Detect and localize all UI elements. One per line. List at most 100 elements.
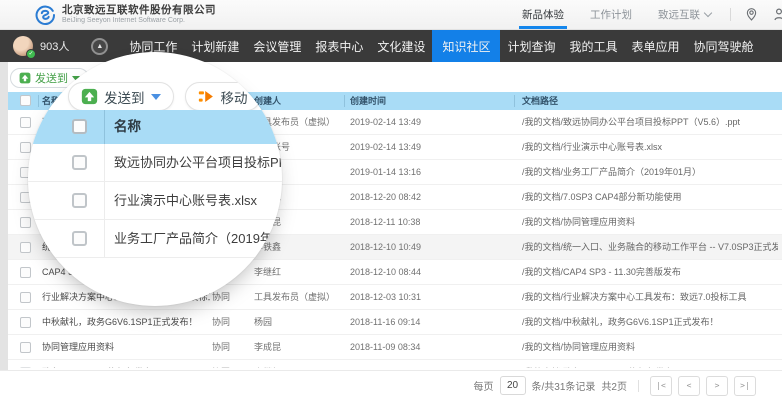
cell-path: /我的文档/行业演示中心账号表.xlsx	[522, 135, 662, 159]
send-to-label: 发送到	[104, 87, 145, 107]
cell-path: /我的文档/行业解决方案中心工具发布：致远7.0投标工具	[522, 285, 747, 309]
row-checkbox[interactable]	[20, 292, 31, 303]
cell-time: 2019-02-14 13:49	[350, 135, 421, 159]
cell-creator: 杨园	[254, 310, 272, 334]
row-checkbox[interactable]	[20, 267, 31, 278]
cell-time: 2019-02-14 13:49	[350, 110, 421, 134]
cell-time: 2018-12-11 10:38	[350, 210, 420, 234]
nav-item-5[interactable]: 知识社区	[432, 30, 500, 62]
topbar-divider	[730, 8, 731, 21]
prev-page-button[interactable]: <	[678, 376, 700, 396]
nav-item-8[interactable]: 表单应用	[624, 30, 686, 62]
column-separator	[38, 95, 39, 107]
magnified-toolbar: 发送到 移动	[68, 82, 282, 111]
cell-name: 行业演示中心账号表.xlsx	[114, 182, 257, 220]
left-gutter	[0, 62, 8, 370]
cell-path: /我的文档/业务工厂产品简介（2019年01月）	[522, 160, 701, 184]
cell-name: 业务工厂产品简介（2019年01月）	[114, 220, 282, 258]
cell-path: /我的文档/协同管理应用资料	[522, 210, 635, 234]
send-icon	[19, 72, 31, 84]
magnified-table-header: 名称	[28, 110, 282, 144]
table-row[interactable]: 政务G6V6.1SP1修复包发布协同李继红2018-10-08 09:33/我的…	[8, 360, 782, 368]
pagination-divider	[638, 380, 639, 392]
first-page-button[interactable]: |<	[650, 376, 672, 396]
cell-creator: 工具发布员（虚拟）	[254, 285, 335, 309]
cell-path: /我的文档/协同管理应用资料	[522, 335, 635, 359]
cell-time: 2018-12-03 10:31	[350, 285, 421, 309]
move-icon	[198, 88, 215, 105]
row-checkbox[interactable]	[20, 367, 31, 368]
next-page-button[interactable]: >	[706, 376, 728, 396]
column-header-4: 文档路径	[522, 92, 558, 110]
last-page-button[interactable]: >|	[734, 376, 756, 396]
location-contact-icon[interactable]	[744, 7, 759, 22]
nav-item-2[interactable]: 会议管理	[246, 30, 308, 62]
cell-creator: 李继红	[254, 360, 281, 368]
column-separator	[344, 95, 345, 107]
nav-item-7[interactable]: 我的工具	[562, 30, 624, 62]
nav-item-6[interactable]: 计划查询	[500, 30, 562, 62]
row-checkbox[interactable]	[72, 193, 87, 208]
cell-type: 协同	[212, 335, 230, 359]
nav-item-4[interactable]: 文化建设	[370, 30, 432, 62]
user-avatar[interactable]: ✓	[13, 36, 33, 56]
magnified-table-row[interactable]: 致远协同办公平台项目投标PPT（V5.6）.ppt	[28, 144, 282, 182]
cell-time: 2018-10-08 09:33	[350, 360, 421, 368]
column-separator	[104, 110, 105, 144]
cell-time: 2018-11-09 08:34	[350, 335, 420, 359]
column-header-3: 创建时间	[350, 92, 386, 110]
cell-type: 协同	[212, 310, 230, 334]
row-checkbox[interactable]	[72, 231, 87, 246]
send-to-button-magnified[interactable]: 发送到	[68, 82, 174, 111]
select-all-checkbox-magnified[interactable]	[72, 119, 87, 134]
cell-time: 2019-01-14 13:16	[350, 160, 421, 184]
table-row[interactable]: 中秋献礼，政务G6V6.1SP1正式发布！协同杨园2018-11-16 09:1…	[8, 310, 782, 335]
cell-path: /我的文档/7.0SP3 CAP4部分新功能使用	[522, 185, 682, 209]
seeyon-logo-icon	[34, 4, 56, 26]
magnifier-overlay: 发送到 移动 名称 致远协同办公平台项目投标PPT（V5.6）.ppt行业演示中…	[28, 52, 282, 306]
top-tab-1[interactable]: 工作计划	[590, 0, 632, 29]
cell-name: 致远协同办公平台项目投标PPT（V5.6）.ppt	[114, 144, 282, 182]
app-root: { "colors": { "accent_blue": "#1486ec", …	[0, 0, 782, 400]
cell-path: /我的文档/中秋献礼，政务G6V6.1SP1正式发布！	[522, 310, 719, 334]
compass-icon[interactable]: ▲	[91, 38, 108, 55]
cell-path: /我的文档/政务G6V6.1SP1修复包发布	[522, 360, 674, 368]
contacts-icon[interactable]	[773, 7, 782, 23]
name-column-header: 名称	[114, 110, 141, 144]
top-tab-2[interactable]: 致远互联	[658, 0, 711, 29]
column-separator	[514, 95, 515, 107]
nav-item-9[interactable]: 协同驾驶舱	[687, 30, 761, 62]
extra-button-magnified[interactable]	[272, 82, 283, 111]
cell-time: 2018-12-20 08:42	[350, 185, 421, 209]
row-checkbox[interactable]	[20, 317, 31, 328]
per-page-label: 每页	[474, 378, 494, 393]
move-button-magnified[interactable]: 移动	[185, 82, 261, 111]
nav-items: 协同工作计划新建会议管理报表中心文化建设知识社区计划查询我的工具表单应用协同驾驶…	[122, 30, 760, 62]
total-pages-label: 共2页	[601, 378, 627, 393]
member-count[interactable]: 903人	[40, 38, 69, 54]
cell-creator: 李成昆	[254, 335, 281, 359]
pagination-bar: 每页 条/共31条记录 共2页 |< < > >|	[0, 370, 782, 400]
table-row[interactable]: 协同管理应用资料 协同李成昆 2018-11-09 08:34/我的文档/协同管理应…	[8, 335, 782, 360]
select-all-checkbox[interactable]	[20, 95, 31, 106]
online-check-badge: ✓	[26, 49, 36, 59]
cell-name: 协同管理应用资料	[42, 335, 114, 359]
row-checkbox[interactable]	[72, 155, 87, 170]
magnified-table-row[interactable]: 业务工厂产品简介（2019年01月）	[28, 220, 282, 258]
cell-path: /我的文档/致远协同办公平台项目投标PPT（V5.6）.ppt	[522, 110, 740, 134]
nav-item-3[interactable]: 报表中心	[308, 30, 370, 62]
send-icon	[81, 88, 98, 105]
page-size-input[interactable]	[500, 376, 526, 395]
company-name-en: BeiJing Seeyon Internet Software Corp.	[62, 17, 216, 25]
topbar-tabs: 新品体验工作计划致远互联	[509, 0, 782, 29]
cell-creator: 李继红	[254, 260, 281, 284]
cell-path: /我的文档/统一入口、业务融合的移动工作平台 -- V7.0SP3正式发布	[522, 235, 778, 259]
cell-path: /我的文档/CAP4 SP3 - 11.30完善版发布	[522, 260, 681, 284]
company-title: 北京致远互联软件股份有限公司 BeiJing Seeyon Internet S…	[62, 4, 216, 24]
cell-type: 协同	[212, 360, 230, 368]
move-label: 移动	[221, 87, 248, 107]
row-checkbox[interactable]	[20, 342, 31, 353]
top-tab-0[interactable]: 新品体验	[522, 0, 564, 29]
magnified-table-row[interactable]: 行业演示中心账号表.xlsx	[28, 182, 282, 220]
records-count-label: 条/共31条记录	[532, 378, 596, 393]
